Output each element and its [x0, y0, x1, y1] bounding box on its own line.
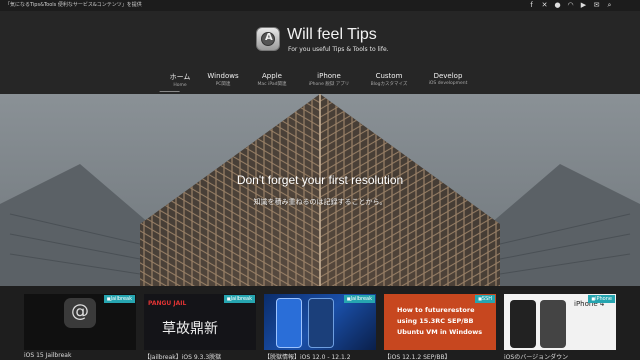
nav-item-iphone[interactable]: iPhone iPhone 脱獄 アプリ [309, 72, 350, 87]
hero-banner: Don't forget your first resolution 知識を積み… [0, 94, 640, 286]
nav-item-apple[interactable]: Apple Mac iPad関連 [258, 72, 287, 87]
nav-label: Windows [207, 72, 239, 80]
x-icon[interactable]: ✕ [541, 1, 548, 10]
active-underline [159, 91, 180, 92]
card-image-text: How to futurerestore using 15.3RC SEP/BB… [397, 306, 483, 336]
nav-sublabel: PC関連 [215, 82, 231, 87]
search-icon[interactable]: ⌕ [606, 1, 613, 10]
site-header: A Will feel Tips For you useful Tips & T… [0, 11, 640, 94]
phone-image [276, 298, 302, 348]
post-card[interactable]: @ Jailbreak [24, 294, 136, 350]
nav-sublabel: Mac iPad関連 [257, 82, 287, 87]
mail-icon[interactable]: ✉ [593, 1, 600, 10]
post-card[interactable]: iPhone 4 iPhone [504, 294, 616, 350]
category-badge[interactable]: SSH [475, 295, 495, 303]
hero-subtitle: 知識を積み重ねるのは記録することから。 [253, 198, 387, 206]
nav-sublabel: iOS development [428, 81, 468, 86]
top-bar: 「気になるTips&Tools 便利なサービス&コンテンツ」を提供 f ✕ ● … [0, 0, 640, 11]
facebook-icon[interactable]: f [528, 1, 535, 10]
site-logo-icon[interactable]: A [256, 27, 280, 51]
nav-item-develop[interactable]: Develop iOS development [429, 72, 468, 86]
nav-item-custom[interactable]: Custom Blogカスタマイズ [371, 72, 408, 87]
post-card[interactable]: PANGU JAIL 草故鼎新 Jailbreak [144, 294, 256, 350]
category-badge[interactable]: Jailbreak [343, 295, 375, 303]
post-title[interactable]: iOS 15 Jailbreak [24, 352, 71, 359]
nav-sublabel: Home [173, 83, 187, 88]
post-title[interactable]: 【iOS 12.1.2 SEP/BB】 [384, 352, 451, 360]
rss-icon[interactable]: ◠ [567, 1, 574, 10]
nav-item-home[interactable]: ホーム Home [159, 72, 191, 92]
hero-building-image [0, 94, 640, 286]
category-badge[interactable]: Jailbreak [223, 295, 255, 303]
social-links: f ✕ ● ◠ ▶ ✉ ⌕ [528, 1, 613, 10]
post-card[interactable]: How to futurerestore using 15.3RC SEP/BB… [384, 294, 496, 350]
youtube-icon[interactable]: ▶ [580, 1, 587, 10]
card-image-text: 草故鼎新 [162, 321, 218, 337]
phone-image [540, 300, 566, 348]
post-card[interactable]: Jailbreak [264, 294, 376, 350]
phone-image [510, 300, 536, 348]
github-icon[interactable]: ● [554, 1, 561, 10]
nav-item-windows[interactable]: Windows PC関連 [207, 72, 238, 87]
nav-label: iPhone [317, 72, 341, 80]
post-title[interactable]: iOSのバージョンダウン [504, 352, 568, 360]
nav-sublabel: Blogカスタマイズ [370, 82, 408, 87]
at-sign-icon: @ [64, 298, 96, 328]
nav-label: Develop [433, 72, 463, 80]
phone-image [308, 298, 334, 348]
nav-label: Apple [262, 72, 282, 80]
site-title[interactable]: Will feel Tips [287, 26, 377, 44]
main-nav: ホーム Home Windows PC関連 Apple Mac iPad関連 i… [159, 72, 480, 94]
post-title[interactable]: 【脱獄情報】iOS 12.0 - 12.1.2 [264, 352, 351, 360]
category-badge[interactable]: Jailbreak [103, 295, 135, 303]
site-tagline: 「気になるTips&Tools 便利なサービス&コンテンツ」を提供 [5, 2, 142, 8]
post-title[interactable]: 【Jailbreak】iOS 9.3.3脱獄 [144, 352, 221, 360]
card-image-text: PANGU JAIL [148, 300, 187, 307]
nav-label: ホーム [169, 73, 191, 81]
nav-label: Custom [375, 72, 403, 80]
nav-sublabel: iPhone 脱獄 アプリ [308, 82, 350, 87]
hero-title: Don't forget your first resolution [236, 173, 404, 187]
site-subtitle: For you useful Tips & Tools to life. [288, 46, 389, 53]
category-badge[interactable]: iPhone [588, 295, 615, 303]
post-carousel: @ Jailbreak PANGU JAIL 草故鼎新 Jailbreak Ja… [0, 286, 640, 360]
